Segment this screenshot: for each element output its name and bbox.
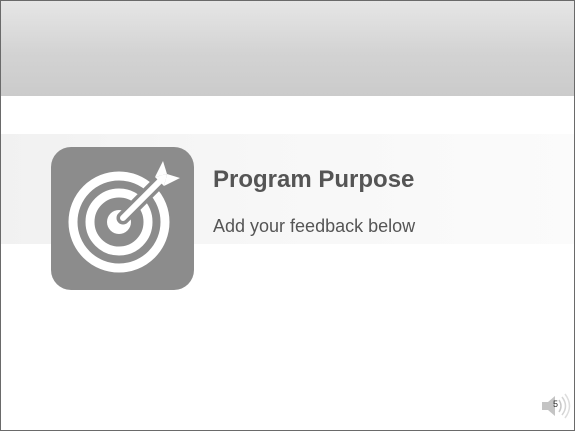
header-band (1, 1, 574, 96)
slide: Program Purpose Add your feedback below … (0, 0, 575, 431)
icon-tile (51, 147, 194, 290)
page-number: 5 (553, 399, 559, 409)
slide-subtitle: Add your feedback below (213, 216, 416, 236)
target-arrow-icon (68, 161, 180, 273)
slide-title: Program Purpose (213, 166, 415, 193)
